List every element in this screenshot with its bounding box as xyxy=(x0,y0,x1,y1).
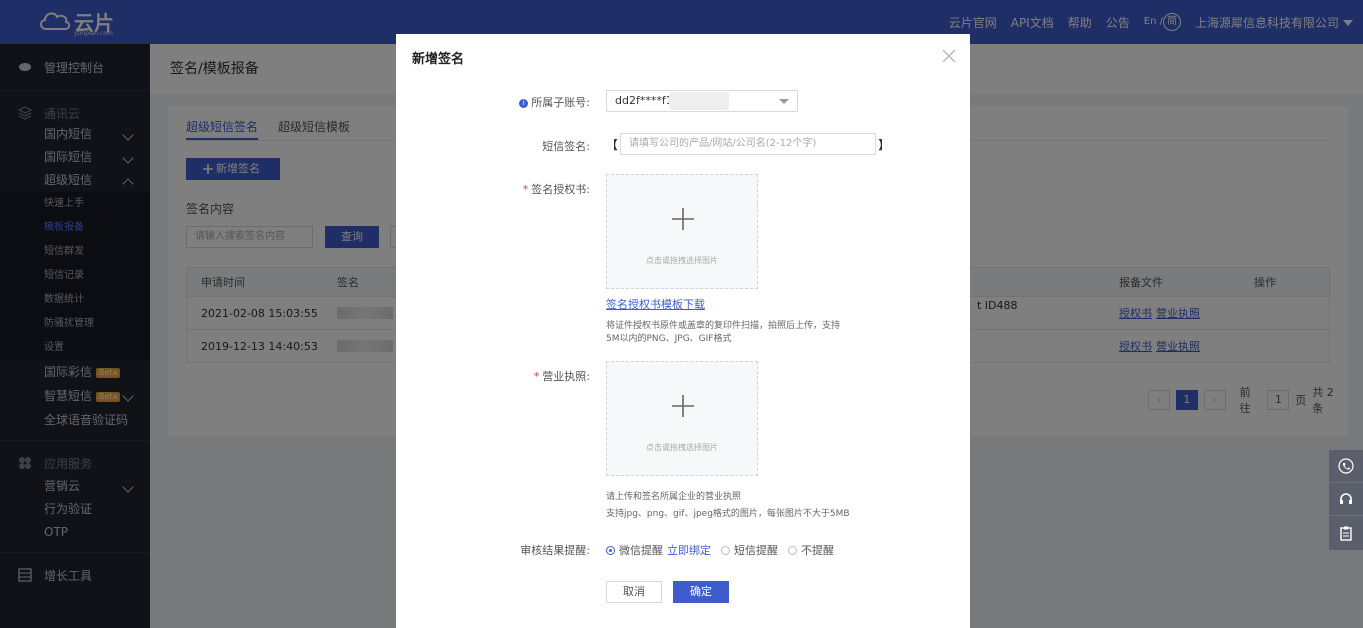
upload-hint: 点击或拖拽选择图片 xyxy=(646,443,718,452)
bracket-close: 】 xyxy=(878,138,891,152)
chevron-down-icon xyxy=(779,99,789,104)
feedback-button[interactable] xyxy=(1329,516,1363,549)
floating-toolbar xyxy=(1329,450,1363,550)
headset-icon xyxy=(1340,493,1352,504)
authorization-upload[interactable]: 点击或拖拽选择图片 xyxy=(606,174,758,289)
plus-icon xyxy=(672,208,694,230)
redacted-block xyxy=(669,92,729,110)
signature-label: 短信签名: xyxy=(542,140,590,153)
bind-now-link[interactable]: 立即绑定 xyxy=(667,542,711,558)
upload-hint: 点击或拖拽选择图片 xyxy=(646,256,718,265)
hint-line: 请上传和签名所属企业的营业执照 xyxy=(606,492,742,502)
plus-icon xyxy=(672,395,694,417)
radio-wechat-label: 微信提醒 xyxy=(619,544,663,557)
hint-line: 支持jpg、png、gif、jpeg格式的图片，每张图片不大于5MB xyxy=(606,509,850,519)
confirm-button[interactable]: 确定 xyxy=(673,581,729,603)
dialog-title: 新增签名 xyxy=(412,52,465,67)
authorization-hint: 将证件授权书原件或盖章的复印件扫描，拍照后上传，支持 5M以内的PNG、JPG、… xyxy=(606,320,840,346)
authorization-template-download-link[interactable]: 签名授权书模板下载 xyxy=(606,296,705,312)
phone-button[interactable] xyxy=(1329,450,1363,483)
review-reminder-options: 微信提醒 立即绑定 短信提醒 不提醒 xyxy=(606,542,834,558)
license-label-text: 营业执照: xyxy=(542,370,590,383)
radio-sms[interactable] xyxy=(721,545,730,555)
radio-none-label: 不提醒 xyxy=(801,544,834,557)
info-icon: i xyxy=(519,98,529,108)
subaccount-label-text: 所属子账号: xyxy=(531,96,590,109)
subaccount-select[interactable]: dd2f****f1e6 xyxy=(606,90,798,112)
clipboard-icon xyxy=(1340,526,1352,541)
license-upload[interactable]: 点击或拖拽选择图片 xyxy=(606,361,758,476)
required-mark: * xyxy=(533,370,540,383)
radio-none[interactable] xyxy=(788,545,797,555)
hint-line: 5M以内的PNG、JPG、GIF格式 xyxy=(606,334,732,344)
radio-sms-label: 短信提醒 xyxy=(734,544,778,557)
subaccount-label: i 所属子账号: xyxy=(410,94,590,110)
close-icon[interactable] xyxy=(941,48,957,64)
hint-line: 将证件授权书原件或盖章的复印件扫描，拍照后上传，支持 xyxy=(606,321,841,331)
phone-icon xyxy=(1338,458,1354,474)
add-signature-dialog: 新增签名 i 所属子账号: dd2f****f1e6 短信签名: 【 请填写公司的… xyxy=(396,34,970,628)
license-hint: 请上传和签名所属企业的营业执照 支持jpg、png、gif、jpeg格式的图片，… xyxy=(606,489,850,523)
authorization-label-text: 签名授权书: xyxy=(531,183,590,196)
authorization-label: * 签名授权书: xyxy=(410,181,590,197)
radio-wechat[interactable] xyxy=(606,545,615,555)
signature-input[interactable]: 请填写公司的产品/网站/公司名(2-12个字) xyxy=(620,133,876,155)
license-label: * 营业执照: xyxy=(410,368,590,384)
required-mark: * xyxy=(522,183,529,196)
review-reminder-label: 审核结果提醒: xyxy=(520,544,590,557)
support-button[interactable] xyxy=(1329,483,1363,516)
bracket-open: 【 xyxy=(606,138,619,152)
cancel-button[interactable]: 取消 xyxy=(606,581,662,603)
